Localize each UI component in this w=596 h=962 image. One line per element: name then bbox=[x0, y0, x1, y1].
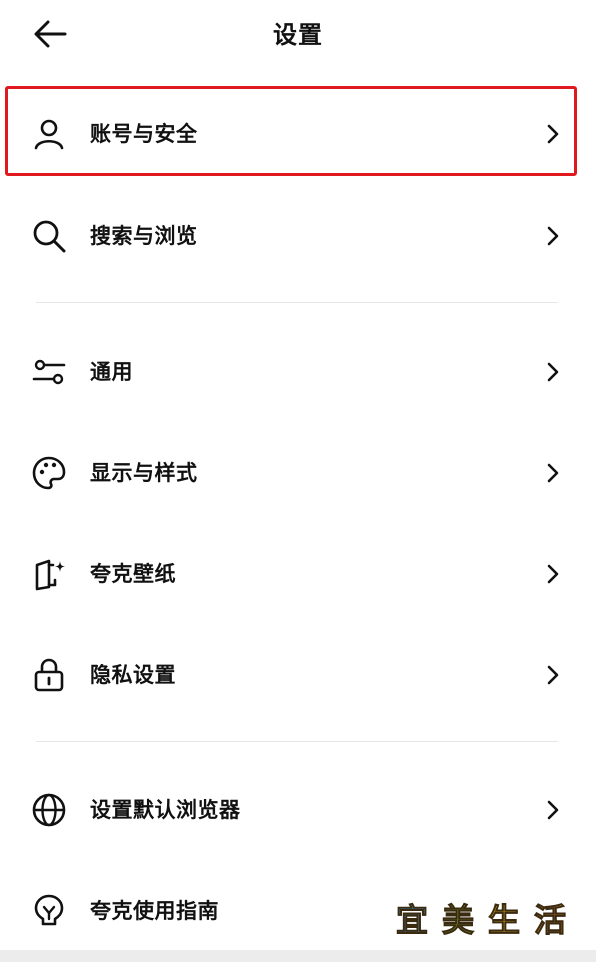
watermark-char: 美 bbox=[441, 901, 474, 940]
chevron-right-icon bbox=[544, 798, 562, 822]
menu-item-default-browser[interactable]: 设置默认浏览器 bbox=[0, 768, 596, 852]
chevron-right-icon bbox=[544, 461, 562, 485]
chevron-right-icon bbox=[544, 562, 562, 586]
menu-item-display-style[interactable]: 显示与样式 bbox=[0, 431, 596, 515]
menu-item-account-security[interactable]: 账号与安全 bbox=[0, 92, 596, 176]
menu-item-label: 通用 bbox=[90, 360, 133, 384]
lightbulb-icon bbox=[30, 892, 68, 930]
search-icon bbox=[30, 217, 68, 255]
menu-item-label: 显示与样式 bbox=[90, 461, 198, 485]
chevron-right-icon bbox=[544, 122, 562, 146]
menu-item-label: 隐私设置 bbox=[90, 663, 176, 687]
wallpaper-sparkle-icon bbox=[30, 555, 68, 593]
menu-item-label: 夸克使用指南 bbox=[90, 899, 219, 923]
menu-item-quark-wallpaper[interactable]: 夸克壁纸 bbox=[0, 532, 596, 616]
menu-item-privacy-settings[interactable]: 隐私设置 bbox=[0, 633, 596, 717]
chevron-right-icon bbox=[544, 360, 562, 384]
watermark-char: 生 bbox=[487, 901, 520, 940]
palette-icon bbox=[30, 454, 68, 492]
section-divider bbox=[36, 302, 558, 303]
menu-item-label: 设置默认浏览器 bbox=[90, 798, 241, 822]
page-title: 设置 bbox=[273, 21, 323, 49]
chevron-right-icon bbox=[544, 663, 562, 687]
sliders-icon bbox=[30, 353, 68, 391]
menu-item-label: 账号与安全 bbox=[90, 122, 198, 146]
bottom-strip bbox=[0, 950, 596, 962]
watermark-char: 活 bbox=[533, 901, 566, 940]
section-divider bbox=[36, 741, 558, 742]
watermark-char: 宜 bbox=[395, 901, 428, 940]
menu-item-general[interactable]: 通用 bbox=[0, 330, 596, 414]
globe-icon bbox=[30, 791, 68, 829]
menu-item-label: 搜索与浏览 bbox=[90, 224, 198, 248]
menu-item-label: 夸克壁纸 bbox=[90, 562, 176, 586]
header-bar: 设置 bbox=[0, 0, 596, 72]
watermark-logo: 宜 美 生 活 bbox=[390, 896, 580, 946]
menu-item-search-browse[interactable]: 搜索与浏览 bbox=[0, 194, 596, 278]
chevron-right-icon bbox=[544, 224, 562, 248]
lock-icon bbox=[30, 656, 68, 694]
user-icon bbox=[30, 115, 68, 153]
